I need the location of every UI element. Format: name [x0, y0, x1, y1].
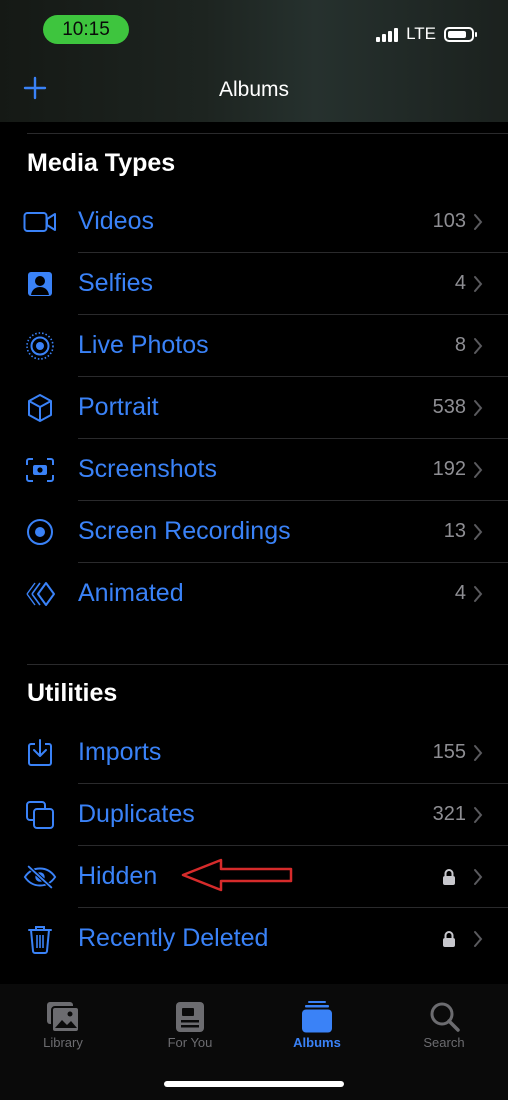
import-icon [23, 737, 57, 769]
tab-library[interactable]: Library [13, 984, 113, 1054]
tab-for-you[interactable]: For You [140, 984, 240, 1054]
album-label: Animated [78, 579, 184, 607]
albums-icon [302, 1001, 332, 1033]
animated-icon [23, 578, 57, 610]
album-label: Portrait [78, 393, 159, 421]
album-row-selfies[interactable]: Selfies 4 [0, 253, 508, 315]
section-divider [27, 664, 508, 665]
section-title-utilities: Utilities [27, 679, 118, 707]
album-count: 4 [454, 582, 466, 604]
chevron-right-icon [474, 586, 483, 602]
chevron-right-icon [474, 462, 483, 478]
chevron-right-icon [474, 400, 483, 416]
album-row-screenshots[interactable]: Screenshots 192 [0, 439, 508, 501]
tab-search[interactable]: Search [394, 984, 494, 1054]
album-row-recently-deleted[interactable]: Recently Deleted [0, 908, 508, 970]
status-time: 10:15 [43, 15, 129, 44]
status-indicators: LTE [376, 22, 477, 46]
album-count: 13 [443, 520, 466, 542]
album-label: Imports [78, 738, 162, 766]
tab-albums[interactable]: Albums [267, 984, 367, 1054]
annotation-arrow [181, 858, 293, 892]
album-row-animated[interactable]: Animated 4 [0, 563, 508, 625]
chevron-right-icon [474, 524, 483, 540]
album-count: 538 [432, 396, 466, 418]
home-indicator[interactable] [164, 1081, 344, 1087]
cube-icon [23, 392, 57, 424]
chevron-right-icon [474, 745, 483, 761]
album-count: 155 [432, 741, 466, 763]
duplicates-icon [23, 799, 57, 831]
cellular-signal-icon [376, 26, 399, 42]
trash-icon [23, 923, 57, 955]
album-count: 321 [432, 803, 466, 825]
live-photos-icon [23, 330, 57, 362]
album-label: Screenshots [78, 455, 217, 483]
search-icon [430, 1002, 460, 1032]
lock-icon [443, 931, 455, 947]
screenshot-icon [23, 454, 57, 486]
album-label: Screen Recordings [78, 517, 291, 545]
album-label: Hidden [78, 862, 158, 890]
top-bar: 10:15 LTE Albums [0, 0, 508, 122]
record-icon [23, 516, 57, 548]
section-title-media-types: Media Types [27, 149, 176, 177]
album-label: Recently Deleted [78, 924, 269, 952]
album-row-imports[interactable]: Imports 155 [0, 722, 508, 784]
top-divider [27, 133, 508, 134]
album-count: 4 [454, 272, 466, 294]
album-label: Live Photos [78, 331, 209, 359]
album-row-portrait[interactable]: Portrait 538 [0, 377, 508, 439]
chevron-right-icon [474, 214, 483, 230]
chevron-right-icon [474, 931, 483, 947]
album-label: Duplicates [78, 800, 195, 828]
page-title: Albums [218, 78, 290, 101]
album-row-screen-recordings[interactable]: Screen Recordings 13 [0, 501, 508, 563]
library-icon [47, 1002, 80, 1033]
tab-label: Search [423, 1035, 465, 1050]
tab-label: For You [167, 1035, 213, 1050]
album-row-videos[interactable]: Videos 103 [0, 191, 508, 253]
eye-slash-icon [23, 861, 57, 893]
chevron-right-icon [474, 869, 483, 885]
album-label: Selfies [78, 269, 154, 297]
chevron-right-icon [474, 276, 483, 292]
album-count: 103 [432, 210, 466, 232]
video-icon [23, 206, 57, 238]
album-row-live-photos[interactable]: Live Photos 8 [0, 315, 508, 377]
chevron-right-icon [474, 338, 483, 354]
network-type: LTE [406, 24, 436, 43]
battery-icon [444, 26, 477, 42]
selfie-icon [23, 268, 57, 300]
lock-icon [443, 869, 455, 885]
album-count: 8 [454, 334, 466, 356]
chevron-right-icon [474, 807, 483, 823]
for-you-icon [176, 1002, 204, 1032]
album-label: Videos [78, 207, 154, 235]
album-row-duplicates[interactable]: Duplicates 321 [0, 784, 508, 846]
tab-label: Albums [293, 1035, 341, 1050]
album-count: 192 [432, 458, 466, 480]
tab-label: Library [43, 1035, 83, 1050]
